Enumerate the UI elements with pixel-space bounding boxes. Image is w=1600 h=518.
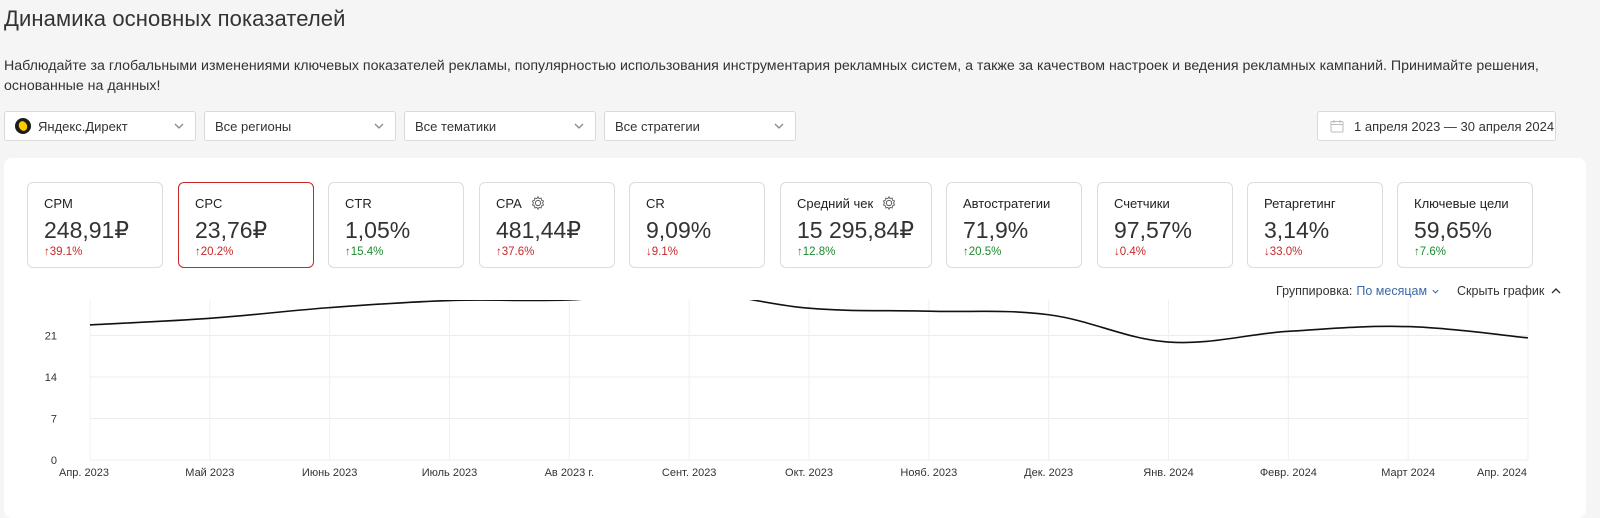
hide-chart-button[interactable]: Скрыть график <box>1457 284 1562 298</box>
y-tick-label: 21 <box>45 331 57 343</box>
page-description: Наблюдайте за глобальными изменениями кл… <box>4 58 1539 94</box>
chevron-down-icon <box>374 123 384 129</box>
metric-delta: ↑37.6% <box>496 246 535 258</box>
metric-value: 9,09% <box>646 217 712 243</box>
metric-name-label: CPC <box>195 195 223 211</box>
ad-system-select[interactable]: Яндекс.Директ <box>4 111 196 141</box>
metric-name: CPM <box>44 195 146 211</box>
metric-delta: ↑15.4% <box>345 246 384 258</box>
metric-name-label: Средний чек <box>797 195 874 211</box>
grouping-control: Группировка: По месяцам <box>1276 284 1440 298</box>
chevron-up-icon <box>1551 288 1561 294</box>
grouping-label: Группировка: <box>1276 284 1353 298</box>
metric-card-средний-чек[interactable]: Средний чек 15 295,84₽ ↑12.8% <box>780 182 932 268</box>
x-tick-label: Апр. 2023 <box>59 467 109 479</box>
x-tick-label: Дек. 2023 <box>1024 467 1073 479</box>
metric-name-label: Ключевые цели <box>1414 195 1509 211</box>
metric-value: 97,57% <box>1114 217 1193 243</box>
strategy-select[interactable]: Все стратегии <box>604 111 796 141</box>
chevron-down-icon <box>574 123 584 129</box>
y-tick-label: 7 <box>51 414 57 426</box>
theme-select[interactable]: Все тематики <box>404 111 596 141</box>
metric-name: CTR <box>345 195 447 211</box>
y-tick-label: 0 <box>51 455 57 467</box>
x-tick-label: Окт. 2023 <box>785 467 833 479</box>
page-title: Динамика основных показателей <box>4 6 346 31</box>
metric-delta: ↑20.2% <box>195 246 234 258</box>
metric-name: CPC <box>195 195 297 211</box>
theme-select-label: Все тематики <box>415 118 497 134</box>
metric-card-ключевые-цели[interactable]: Ключевые цели 59,65% ↑7.6% <box>1397 182 1533 268</box>
region-select[interactable]: Все регионы <box>204 111 396 141</box>
yandex-direct-logo-icon <box>15 118 31 134</box>
metric-delta: ↓33.0% <box>1264 246 1303 258</box>
metric-value: 59,65% <box>1414 217 1493 243</box>
chevron-down-icon <box>774 123 784 129</box>
metric-value: 23,76₽ <box>195 217 268 243</box>
metric-delta: ↓0.4% <box>1114 246 1146 258</box>
metric-delta: ↑39.1% <box>44 246 83 258</box>
metric-name: Счетчики <box>1114 195 1216 211</box>
metric-card-cpa[interactable]: CPA 481,44₽ ↑37.6% <box>479 182 615 268</box>
metric-card-счетчики[interactable]: Счетчики 97,57% ↓0.4% <box>1097 182 1233 268</box>
strategy-select-label: Все стратегии <box>615 118 700 134</box>
x-tick-label: Май 2023 <box>185 467 234 479</box>
y-tick-label: 28 <box>45 300 57 301</box>
region-select-label: Все регионы <box>215 118 292 134</box>
metric-name: Автостратегии <box>963 195 1065 211</box>
x-tick-label: Ав 2023 г. <box>545 467 595 479</box>
gear-icon[interactable] <box>530 195 546 211</box>
calendar-icon <box>1330 120 1344 133</box>
x-tick-label: Июнь 2023 <box>302 467 358 479</box>
date-range-picker[interactable]: 1 апреля 2023 — 30 апреля 2024 <box>1317 111 1556 141</box>
x-tick-label: Нояб. 2023 <box>900 467 957 479</box>
metric-card-ретаргетинг[interactable]: Ретаргетинг 3,14% ↓33.0% <box>1247 182 1383 268</box>
metric-name: CR <box>646 195 748 211</box>
metric-name-label: CR <box>646 195 665 211</box>
chevron-down-icon[interactable] <box>1431 287 1440 296</box>
metric-card-ctr[interactable]: CTR 1,05% ↑15.4% <box>328 182 464 268</box>
metric-value: 481,44₽ <box>496 217 581 243</box>
metric-delta: ↑7.6% <box>1414 246 1446 258</box>
hide-chart-label: Скрыть график <box>1457 284 1545 298</box>
metric-name-label: Ретаргетинг <box>1264 195 1336 211</box>
metric-name-label: Счетчики <box>1114 195 1170 211</box>
metric-value: 248,91₽ <box>44 217 129 243</box>
x-tick-label: Янв. 2024 <box>1143 467 1193 479</box>
metric-card-cpc[interactable]: CPC 23,76₽ ↑20.2% <box>178 182 314 268</box>
metric-value: 15 295,84₽ <box>797 217 914 243</box>
metric-name-label: CPA <box>496 195 522 211</box>
metric-name: Ключевые цели <box>1414 195 1516 211</box>
metric-delta: ↑20.5% <box>963 246 1002 258</box>
x-tick-label: Июль 2023 <box>422 467 478 479</box>
chevron-down-icon <box>174 123 184 129</box>
x-tick-label: Март 2024 <box>1381 467 1435 479</box>
cpc-line-chart: 0 7 14 21 28 Апр. 2023 Май 2023 Июнь 2023 Июль 2… <box>45 300 1529 479</box>
y-tick-label: 14 <box>45 372 57 384</box>
metric-name-label: CPM <box>44 195 73 211</box>
metric-name-label: CTR <box>345 195 372 211</box>
gear-icon[interactable] <box>881 195 897 211</box>
metric-name: CPA <box>496 195 598 211</box>
metric-card-cr[interactable]: CR 9,09% ↓9.1% <box>629 182 765 268</box>
metric-delta: ↑12.8% <box>797 246 836 258</box>
metric-name: Ретаргетинг <box>1264 195 1366 211</box>
metric-value: 71,9% <box>963 217 1029 243</box>
metric-card-cpm[interactable]: CPM 248,91₽ ↑39.1% <box>27 182 163 268</box>
x-tick-label: Апр. 2024 <box>1477 467 1527 479</box>
ad-system-select-label: Яндекс.Директ <box>38 118 128 134</box>
metric-value: 1,05% <box>345 217 411 243</box>
metric-name: Средний чек <box>797 195 915 211</box>
metric-value: 3,14% <box>1264 217 1330 243</box>
x-tick-label: Февр. 2024 <box>1260 467 1317 479</box>
x-tick-label: Сент. 2023 <box>662 467 717 479</box>
metric-card-автостратегии[interactable]: Автостратегии 71,9% ↑20.5% <box>946 182 1082 268</box>
metric-name-label: Автостратегии <box>963 195 1051 211</box>
metric-delta: ↓9.1% <box>646 246 678 258</box>
date-range-label: 1 апреля 2023 — 30 апреля 2024 <box>1354 118 1555 134</box>
grouping-select[interactable]: По месяцам <box>1356 284 1427 298</box>
